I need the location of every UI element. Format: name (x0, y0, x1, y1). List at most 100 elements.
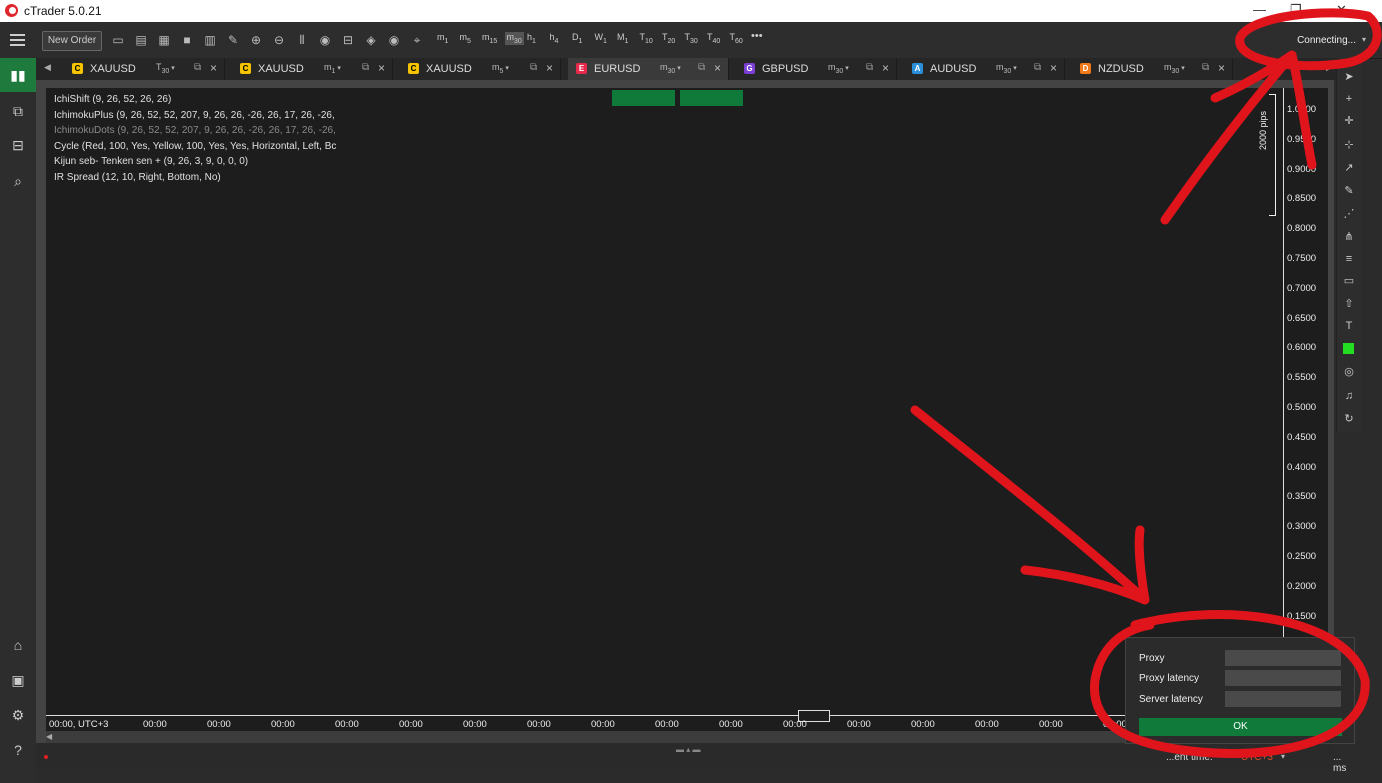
indicator-label[interactable]: IchimokuDots (9, 26, 52, 52, 207, 9, 26,… (54, 125, 336, 136)
close-icon[interactable]: ✕ (1336, 2, 1347, 18)
chart-edit-icon[interactable]: ✎ (225, 32, 241, 48)
fib-fan-icon[interactable]: ⋰ (1337, 203, 1361, 225)
color-swatch[interactable] (1343, 343, 1354, 354)
candles-icon[interactable]: ⫴ (294, 32, 310, 48)
popout-icon[interactable]: ⧉ (530, 62, 537, 73)
close-icon[interactable]: × (546, 61, 553, 75)
close-icon[interactable]: × (210, 61, 217, 75)
indicator-label[interactable]: Cycle (Red, 100, Yes, Yellow, 100, Yes, … (54, 141, 336, 152)
indicator-label[interactable]: IchiShift (9, 26, 52, 26, 26) (54, 94, 171, 105)
price-axis[interactable]: 1.0000 0.9500 0.9000 0.8500 0.8000 0.7500 0.70… (1283, 88, 1328, 715)
indicator-label[interactable]: IchimokuPlus (9, 26, 52, 52, 207, 9, 26,… (54, 110, 335, 121)
tab-timeframe[interactable]: T30 ▾ (156, 62, 175, 75)
scroll-left-icon[interactable]: ◀ (46, 732, 52, 741)
timezone-select[interactable]: UTC+3 (1241, 752, 1273, 763)
popout-icon[interactable]: ⧉ (1034, 62, 1041, 73)
bank-icon[interactable]: ⌂ (0, 628, 36, 662)
timeframe-T20[interactable]: T20 (662, 32, 675, 45)
timeframe-m1[interactable]: m1 (437, 32, 448, 45)
trend-cross-icon[interactable]: ⊹ (1337, 134, 1361, 156)
zoom-in-icon[interactable]: ⊕ (248, 32, 264, 48)
ctrader-icon[interactable]: ◉ (317, 32, 333, 48)
crosshair-alt-icon[interactable]: ✛ (1337, 110, 1361, 132)
bot-icon[interactable]: ⊟ (340, 32, 356, 48)
timeframe-T40[interactable]: T40 (707, 32, 720, 45)
analyze-app-icon[interactable]: ⌕ (0, 164, 36, 198)
tab-timeframe[interactable]: m30 ▾ (828, 62, 849, 75)
sell-button[interactable] (612, 90, 675, 106)
tab-timeframe[interactable]: m30 ▾ (996, 62, 1017, 75)
tab-xauusd[interactable]: C XAUUSD T30 ▾ ⧉ × (64, 58, 225, 80)
tabs-right-icon[interactable]: ▶ (1326, 62, 1333, 73)
connection-status[interactable]: Connecting... (1297, 35, 1356, 46)
timeframe-m5[interactable]: m5 (460, 32, 471, 45)
layers-icon[interactable]: ◈ (363, 32, 379, 48)
buy-button[interactable] (680, 90, 743, 106)
latency-value[interactable]: ... ms (1333, 752, 1346, 774)
crosshair-icon[interactable]: ⌖ (409, 32, 425, 48)
resize-grip-icon[interactable]: ▬ ▴ ▬ (676, 745, 700, 754)
indicator-label[interactable]: Kijun seb- Tenken sen + (9, 26, 3, 9, 0,… (54, 156, 248, 167)
horizontal-scrollbar[interactable]: ◀ (46, 731, 1283, 743)
timeframe-m15[interactable]: m15 (482, 32, 497, 45)
text-icon[interactable]: T (1337, 315, 1361, 337)
timeframe-h4[interactable]: h4 (550, 32, 559, 45)
time-axis[interactable]: 00:00, UTC+3 00:00 00:00 00:00 00:00 00:00 00:… (46, 710, 1283, 732)
tab-timeframe[interactable]: m30 ▾ (660, 62, 681, 75)
timeframe-T30[interactable]: T30 (685, 32, 698, 45)
monitor-icon[interactable]: ▭ (110, 32, 126, 48)
eye-icon[interactable]: ◉ (386, 32, 402, 48)
cursor-icon[interactable]: ➤ (1337, 66, 1361, 88)
timeframe-m30[interactable]: m30 (504, 32, 524, 45)
timeframe-W1[interactable]: W1 (595, 32, 607, 45)
tab-timeframe[interactable]: m1 ▾ (324, 62, 341, 75)
single-chart-icon[interactable]: ■ (179, 32, 195, 48)
close-icon[interactable]: × (882, 61, 889, 75)
close-icon[interactable]: × (1050, 61, 1057, 75)
timeframe-M1[interactable]: M1 (617, 32, 628, 45)
wallet-icon[interactable]: ▣ (0, 663, 36, 697)
algo-app-icon[interactable]: ⊟ (0, 128, 36, 162)
timeframe-h1[interactable]: h1 (527, 32, 536, 45)
timeframe-D1[interactable]: D1 (572, 32, 582, 45)
tab-xauusd[interactable]: C XAUUSD m5 ▾ ⧉ × (400, 58, 561, 80)
tab-eurusd[interactable]: E EURUSD m30 ▾ ⧉ × (568, 58, 729, 80)
split-icon[interactable]: ▥ (202, 32, 218, 48)
fib-retracement-icon[interactable]: ≡ (1337, 248, 1361, 270)
ok-button[interactable]: OK (1139, 718, 1342, 736)
zoom-out-icon[interactable]: ⊖ (271, 32, 287, 48)
indicator-label[interactable]: IR Spread (12, 10, Right, Bottom, No) (54, 172, 221, 183)
tab-timeframe[interactable]: m30 ▾ (1164, 62, 1185, 75)
crosshair-icon[interactable]: + (1337, 88, 1361, 110)
minimize-icon[interactable]: — (1253, 2, 1266, 17)
rectangle-icon[interactable]: ▭ (1337, 270, 1361, 292)
menu-icon[interactable] (10, 34, 25, 46)
camera-icon[interactable]: ◎ (1337, 361, 1361, 383)
tab-gbpusd[interactable]: G GBPUSD m30 ▾ ⧉ × (736, 58, 897, 80)
copy-app-icon[interactable]: ⧉ (0, 94, 36, 128)
close-icon[interactable]: × (378, 61, 385, 75)
help-icon[interactable]: ? (0, 733, 36, 767)
popout-icon[interactable]: ⧉ (698, 62, 705, 73)
tabs-left-icon[interactable]: ◀ (44, 62, 51, 73)
timeframe-T60[interactable]: T60 (730, 32, 743, 45)
tab-timeframe[interactable]: m5 ▾ (492, 62, 509, 75)
close-icon[interactable]: × (1218, 61, 1225, 75)
popout-icon[interactable]: ⧉ (362, 62, 369, 73)
tab-nzdusd[interactable]: D NZDUSD m30 ▾ ⧉ × (1072, 58, 1233, 80)
pitchfork-icon[interactable]: ⋔ (1337, 226, 1361, 248)
more-icon[interactable]: ••• (751, 30, 763, 42)
tab-audusd[interactable]: A AUDUSD m30 ▾ ⧉ × (904, 58, 1065, 80)
tab-xauusd[interactable]: C XAUUSD m1 ▾ ⧉ × (232, 58, 393, 80)
restore-icon[interactable]: ❐ (1290, 2, 1302, 18)
trade-app-icon[interactable]: ▮▮ (0, 58, 36, 92)
trendline-icon[interactable]: ↗ (1337, 157, 1361, 179)
popout-icon[interactable]: ⧉ (1202, 62, 1209, 73)
gear-icon[interactable]: ⚙ (0, 698, 36, 732)
chevron-down-icon[interactable]: ▾ (1362, 35, 1366, 44)
grid-icon[interactable]: ▦ (156, 32, 172, 48)
popout-icon[interactable]: ⧉ (866, 62, 873, 73)
arrow-up-icon[interactable]: ⇧ (1337, 293, 1361, 315)
bell-icon[interactable]: ♫ (1337, 385, 1361, 407)
new-order-button[interactable]: New Order (42, 31, 102, 51)
